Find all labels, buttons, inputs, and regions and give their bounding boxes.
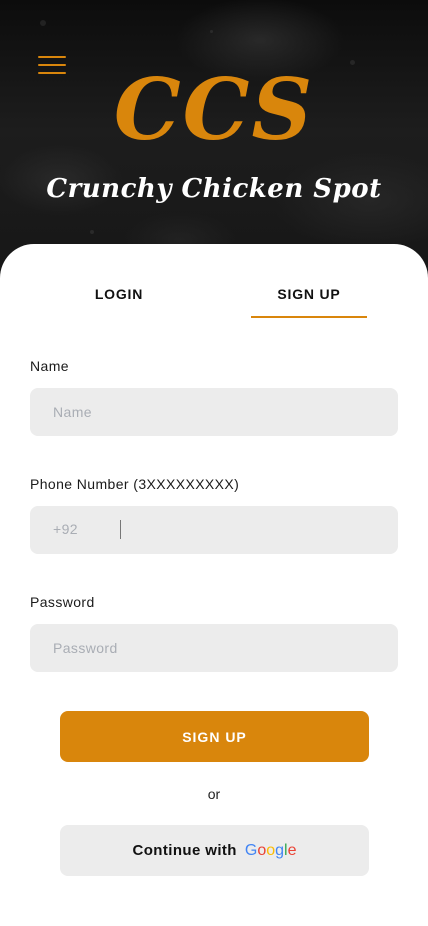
texture-speck xyxy=(40,20,46,26)
or-divider-text: or xyxy=(207,786,221,802)
continue-with-google-button[interactable]: Continue with Google xyxy=(60,825,369,876)
text-cursor xyxy=(120,520,121,539)
app-tagline: Crunchy Chicken Spot xyxy=(46,174,382,204)
signup-button[interactable]: SIGN UP xyxy=(60,711,369,762)
auth-tabs: LOGIN SIGN UP xyxy=(0,284,428,318)
phone-input[interactable] xyxy=(128,506,388,554)
texture-speck xyxy=(210,30,213,33)
google-logo-icon: Google xyxy=(244,841,297,859)
password-input[interactable] xyxy=(30,624,398,672)
name-label: Name xyxy=(30,358,69,374)
phone-prefix: +92 xyxy=(53,521,78,537)
app-logo: CCS xyxy=(113,60,315,159)
auth-card: LOGIN SIGN UP Name Phone Number (3XXXXXX… xyxy=(0,244,428,926)
tab-login[interactable]: LOGIN xyxy=(61,284,177,318)
texture-speck xyxy=(350,60,355,65)
google-button-label: Continue with xyxy=(132,842,237,859)
texture-speck xyxy=(90,230,94,234)
phone-field[interactable]: +92 xyxy=(30,506,398,554)
phone-label: Phone Number (3XXXXXXXXX) xyxy=(30,476,240,492)
tab-signup[interactable]: SIGN UP xyxy=(251,284,367,318)
name-input[interactable] xyxy=(30,388,398,436)
password-label: Password xyxy=(30,594,95,610)
